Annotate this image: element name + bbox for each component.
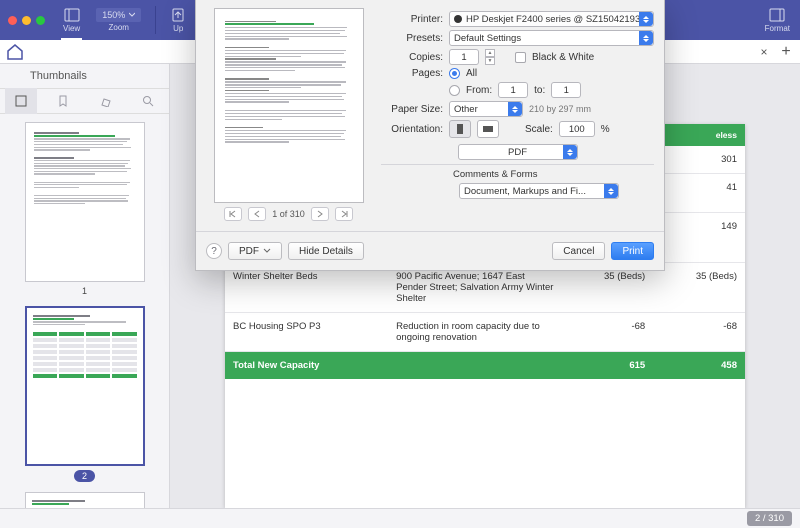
thumbnail-number: 2 [74, 470, 95, 482]
total-value: 458 [653, 352, 745, 380]
comments-label: Comments & Forms [453, 169, 654, 180]
hide-details-label: Hide Details [299, 246, 353, 257]
minimize-window-button[interactable] [22, 16, 31, 25]
pdf-button-label: PDF [239, 246, 259, 257]
format-label: Format [765, 24, 790, 33]
paper-dimensions: 210 by 297 mm [529, 104, 591, 114]
comments-value: Document, Markups and Fi... [464, 186, 586, 197]
add-tab-button[interactable]: + [778, 44, 794, 60]
printer-label: Printer: [381, 14, 443, 25]
paper-select[interactable]: Other [449, 101, 523, 117]
view-label: View [63, 24, 80, 33]
printer-select[interactable]: HP Deskjet F2400 series @ SZ15042193 [449, 11, 654, 27]
print-dialog: 1 of 310 Printer: HP Deskjet F2400 serie… [195, 0, 665, 271]
thumbnail-item[interactable]: 1 [0, 122, 169, 296]
pages-from-label: From: [466, 85, 492, 96]
copies-input[interactable]: 1 [449, 49, 479, 65]
zoom-label: Zoom [108, 23, 128, 32]
pages-all-label: All [466, 68, 477, 79]
maximize-window-button[interactable] [36, 16, 45, 25]
presets-value: Default Settings [454, 33, 521, 44]
select-arrow-icon [508, 102, 522, 116]
sidebar-tabs [0, 88, 169, 114]
print-preview [214, 8, 364, 203]
sidebar-title: Thumbnails [0, 64, 169, 88]
format-button[interactable]: Format [761, 0, 794, 40]
chevron-down-icon [129, 12, 135, 18]
print-button[interactable]: Print [611, 242, 654, 260]
printer-status-icon [454, 15, 462, 23]
select-arrow-icon [639, 12, 653, 26]
preview-prev-button[interactable] [248, 207, 266, 221]
pages-to-input[interactable]: 1 [551, 82, 581, 98]
window-controls [6, 0, 51, 40]
bw-checkbox[interactable] [515, 52, 526, 63]
orientation-portrait-button[interactable] [449, 120, 471, 138]
paper-label: Paper Size: [381, 104, 443, 115]
close-window-button[interactable] [8, 16, 17, 25]
select-arrow-icon [563, 145, 577, 159]
sidebar-toggle-icon [64, 7, 80, 23]
preview-next-button[interactable] [311, 207, 329, 221]
up-label: Up [173, 24, 183, 33]
total-value: 615 [561, 352, 653, 380]
pages-label: Pages: [381, 68, 443, 79]
close-tab-button[interactable]: × [756, 45, 772, 59]
scale-label: Scale: [525, 124, 553, 135]
chevron-down-icon [263, 247, 271, 255]
cancel-label: Cancel [563, 246, 594, 257]
tab-annotations[interactable] [90, 88, 122, 114]
printer-value: HP Deskjet F2400 series @ SZ15042193 [466, 14, 640, 25]
view-toggle-button[interactable]: View [59, 0, 84, 40]
hide-details-button[interactable]: Hide Details [288, 242, 364, 260]
presets-select[interactable]: Default Settings [449, 30, 654, 46]
preview-last-button[interactable] [335, 207, 353, 221]
help-button[interactable]: ? [206, 243, 222, 259]
preview-navigator: 1 of 310 [224, 207, 353, 221]
page-indicator[interactable]: 2 / 310 [747, 511, 792, 526]
table-row: BC Housing SPO P3Reduction in room capac… [225, 313, 745, 352]
format-icon [769, 7, 785, 23]
bw-label: Black & White [532, 52, 594, 63]
orientation-landscape-button[interactable] [477, 120, 499, 138]
pdf-dropdown-button[interactable]: PDF [228, 242, 282, 260]
scale-unit: % [601, 124, 610, 135]
zoom-control[interactable]: 150% Zoom [92, 0, 145, 40]
print-label: Print [622, 246, 643, 257]
scale-input[interactable]: 100 [559, 121, 595, 137]
copies-stepper[interactable]: ▲▼ [485, 49, 495, 65]
presets-label: Presets: [381, 33, 443, 44]
pages-to-label: to: [534, 85, 545, 96]
thumbnail-item[interactable] [0, 492, 169, 508]
thumbnail-item[interactable]: 2 [0, 306, 169, 482]
total-label: Total New Capacity [225, 352, 388, 380]
cancel-button[interactable]: Cancel [552, 242, 605, 260]
mode-select[interactable]: PDF [458, 144, 578, 160]
tab-bookmarks[interactable] [47, 88, 79, 114]
total-row: Total New Capacity 615 458 [225, 352, 745, 380]
pages-all-radio[interactable] [449, 68, 460, 79]
pages-from-radio[interactable] [449, 85, 460, 96]
copies-label: Copies: [381, 52, 443, 63]
orientation-label: Orientation: [381, 124, 443, 135]
status-bar: 2 / 310 [0, 508, 800, 528]
home-icon[interactable] [6, 43, 24, 61]
preview-first-button[interactable] [224, 207, 242, 221]
thumbnail-number: 1 [82, 286, 87, 296]
tab-thumbnails[interactable] [5, 88, 37, 114]
thumbnails-sidebar: Thumbnails [0, 64, 170, 508]
select-arrow-icon [604, 184, 618, 198]
page-up-button[interactable]: Up [166, 0, 190, 40]
pages-from-input[interactable]: 1 [498, 82, 528, 98]
zoom-value-text: 150% [102, 10, 125, 20]
paper-value: Other [454, 104, 478, 115]
arrow-up-icon [170, 7, 186, 23]
preview-page-indicator: 1 of 310 [272, 209, 305, 219]
col-header: eless [653, 124, 745, 146]
mode-value: PDF [508, 147, 527, 158]
comments-select[interactable]: Document, Markups and Fi... [459, 183, 619, 199]
tab-search[interactable] [132, 88, 164, 114]
select-arrow-icon [639, 31, 653, 45]
zoom-value[interactable]: 150% [96, 8, 141, 22]
